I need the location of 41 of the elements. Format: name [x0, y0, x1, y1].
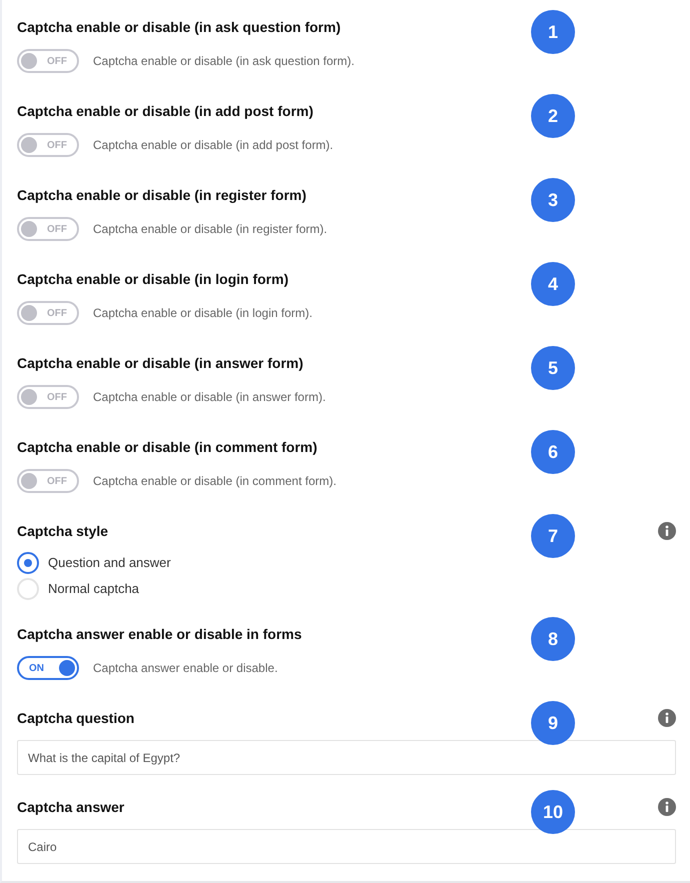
- setting-description: Captcha enable or disable (in ask question form).: [93, 53, 354, 70]
- setting-title: Captcha style: [17, 522, 108, 541]
- toggle-switch[interactable]: OFF: [17, 469, 79, 493]
- toggle-switch[interactable]: OFF: [17, 49, 79, 73]
- text-field[interactable]: What is the capital of Egypt?: [17, 740, 676, 775]
- radio-option[interactable]: Normal captcha: [17, 579, 690, 599]
- number-badge: 4: [531, 262, 575, 306]
- number-badge: 8: [531, 617, 575, 661]
- setting-description: Captcha enable or disable (in login form).: [93, 305, 312, 322]
- number-badge: 1: [531, 10, 575, 54]
- setting-description: Captcha enable or disable (in add post form).: [93, 137, 334, 154]
- info-icon[interactable]: [658, 798, 676, 816]
- radio-button[interactable]: [17, 552, 39, 574]
- number-badge: 5: [531, 346, 575, 390]
- info-icon[interactable]: [658, 522, 676, 540]
- setting-title: Captcha enable or disable (in add post form): [17, 102, 314, 121]
- setting-description: Captcha answer enable or disable.: [93, 660, 278, 677]
- text-field[interactable]: Cairo: [17, 829, 676, 864]
- number-badge: 3: [531, 178, 575, 222]
- number-badge: 6: [531, 430, 575, 474]
- setting-title: Captcha enable or disable (in answer form): [17, 354, 304, 373]
- setting-title: Captcha enable or disable (in comment form): [17, 438, 318, 457]
- number-badge: 2: [531, 94, 575, 138]
- toggle-switch[interactable]: OFF: [17, 385, 79, 409]
- number-badge: 7: [531, 514, 575, 558]
- setting-description: Captcha enable or disable (in register form).: [93, 221, 328, 238]
- setting-title: Captcha enable or disable (in login form): [17, 270, 288, 289]
- setting-title: Captcha answer enable or disable in forms: [17, 624, 302, 644]
- info-icon[interactable]: [658, 709, 676, 727]
- toggle-switch[interactable]: OFF: [17, 217, 79, 241]
- setting-title: Captcha question: [17, 708, 134, 728]
- setting-title: Captcha enable or disable (in ask question form): [17, 18, 341, 37]
- setting-description: Captcha enable or disable (in answer form).: [93, 389, 326, 406]
- setting-description: Captcha enable or disable (in comment form).: [93, 473, 336, 490]
- number-badge: 9: [531, 701, 575, 745]
- setting-title: Captcha enable or disable (in register form): [17, 186, 306, 205]
- toggle-switch[interactable]: OFF: [17, 133, 79, 157]
- setting-title: Captcha answer: [17, 798, 124, 817]
- toggle-switch[interactable]: OFF: [17, 301, 79, 325]
- number-badge: 10: [531, 790, 575, 834]
- toggle-switch[interactable]: ON: [17, 656, 79, 680]
